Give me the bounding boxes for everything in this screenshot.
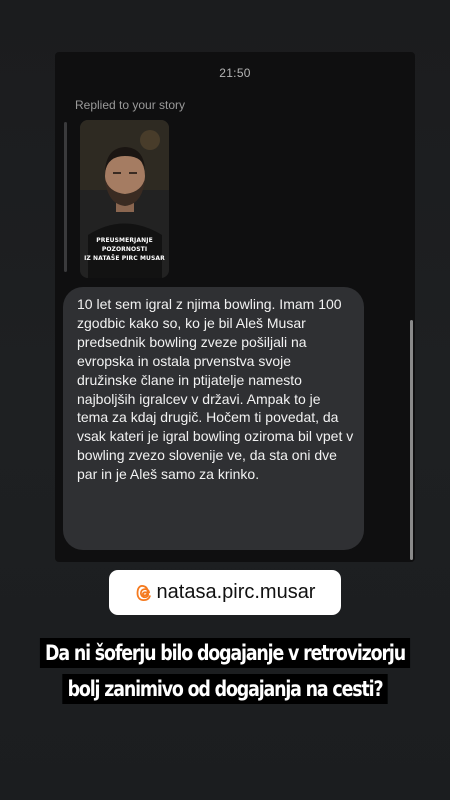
story-thumbnail[interactable]: PREUSMERJANJE POZORNOSTI IZ NATAŠE PIRC … xyxy=(80,120,169,278)
reply-indicator-bar xyxy=(64,122,67,272)
dm-screenshot-card: 21:50 Replied to your story PREUSMERJANJ… xyxy=(55,52,415,562)
story-screen: 21:50 Replied to your story PREUSMERJANJ… xyxy=(0,0,450,800)
replied-to-story-label: Replied to your story xyxy=(75,98,186,112)
message-bubble: 10 let sem igral z njima bowling. Imam 1… xyxy=(63,287,364,550)
threads-icon xyxy=(135,583,155,603)
story-caption: PREUSMERJANJE POZORNOSTI IZ NATAŠE PIRC … xyxy=(84,236,165,263)
message-timestamp: 21:50 xyxy=(219,66,251,80)
headline-caption: Da ni šoferju bilo dogajanje v retrovizo… xyxy=(38,635,412,707)
scrollbar[interactable] xyxy=(410,320,413,560)
story-caption-line-1: PREUSMERJANJE POZORNOSTI xyxy=(96,237,153,253)
story-caption-line-2: IZ NATAŠE PIRC MUSAR xyxy=(84,255,165,262)
headline-line-1: Da ni šoferju bilo dogajanje v retrovizo… xyxy=(40,638,410,668)
headline-line-2: bolj zanimivo od dogajanja na cesti? xyxy=(62,674,388,704)
mention-sticker[interactable]: natasa.pirc.musar xyxy=(109,570,341,615)
mention-handle: natasa.pirc.musar xyxy=(156,581,316,603)
